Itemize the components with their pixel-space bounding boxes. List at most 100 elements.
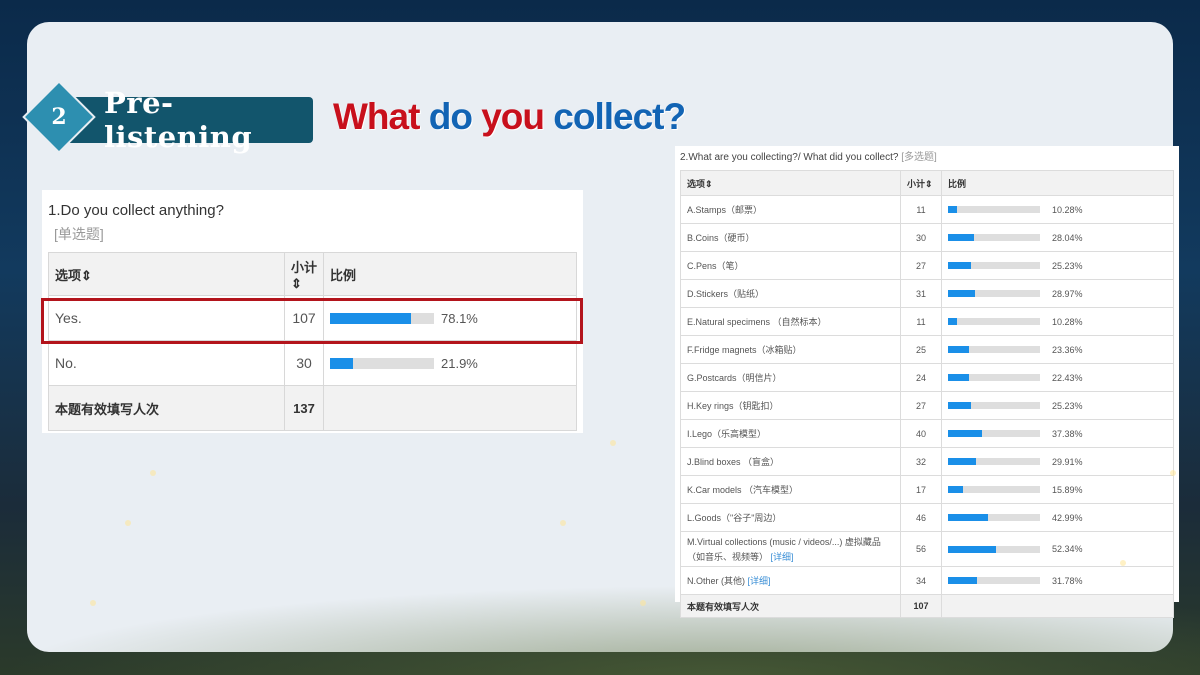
count-cell: 107 — [284, 295, 324, 341]
progress-bar — [948, 234, 1040, 241]
table-row: N.Other (其他) [详细] 34 31.78% — [680, 566, 1174, 595]
percent-label: 21.9% — [441, 355, 478, 371]
percent-label: 25.23% — [1052, 260, 1083, 271]
progress-bar-fill — [948, 290, 975, 297]
option-cell: F.Fridge magnets（冰箱贴） — [680, 335, 901, 364]
q1-table: 选项⇕ 小计⇕ 比例 Yes. 107 78.1% No. 30 21.9% 本题有效填写… — [48, 252, 577, 431]
ratio-cell: 21.9% — [323, 340, 577, 386]
option-cell: D.Stickers（贴纸） — [680, 279, 901, 308]
total-count: 107 — [900, 594, 942, 618]
table-row: M.Virtual collections (music / videos/..… — [680, 531, 1174, 567]
table-row: K.Car models （汽车模型） 17 15.89% — [680, 475, 1174, 504]
option-label: D.Stickers（贴纸） — [687, 289, 765, 299]
table-row: D.Stickers（贴纸） 31 28.97% — [680, 279, 1174, 308]
progress-bar — [948, 206, 1040, 213]
table-row: C.Pens（笔） 27 25.23% — [680, 251, 1174, 280]
ratio-cell: 29.91% — [941, 447, 1174, 476]
sort-icon: ⇕ — [291, 275, 302, 291]
option-label: G.Postcards（明信片） — [687, 373, 782, 383]
percent-label: 28.97% — [1052, 288, 1083, 299]
q2-result-panel: 2.What are you collecting?/ What did you… — [675, 146, 1179, 618]
sort-icon: ⇕ — [705, 178, 713, 189]
ratio-cell: 28.04% — [941, 223, 1174, 252]
table-row: F.Fridge magnets（冰箱贴） 25 23.36% — [680, 335, 1174, 364]
option-label: C.Pens（笔） — [687, 261, 744, 271]
q2-table: 选项⇕ 小计⇕ 比例 A.Stamps（邮票） 11 10.28% B.Coins（硬… — [680, 170, 1174, 618]
progress-bar — [330, 312, 434, 324]
table-row: G.Postcards（明信片） 24 22.43% — [680, 363, 1174, 392]
option-label: N.Other (其他) — [687, 576, 746, 586]
progress-bar-fill — [948, 346, 970, 353]
ratio-cell: 25.23% — [941, 391, 1174, 420]
count-cell: 11 — [900, 307, 942, 336]
progress-bar — [948, 486, 1040, 493]
progress-bar-fill — [948, 262, 972, 269]
progress-bar — [948, 577, 1040, 584]
percent-label: 28.04% — [1052, 232, 1083, 243]
ratio-cell: 22.43% — [941, 363, 1174, 392]
percent-label: 10.28% — [1052, 316, 1083, 327]
option-cell: No. — [48, 340, 285, 386]
sort-icon: ⇕ — [925, 178, 933, 189]
percent-label: 31.78% — [1052, 575, 1083, 586]
empty-cell — [941, 594, 1174, 618]
percent-label: 37.38% — [1052, 428, 1083, 439]
option-label: H.Key rings（钥匙扣） — [687, 401, 779, 411]
count-cell: 17 — [900, 475, 942, 504]
progress-bar-fill — [948, 514, 988, 521]
count-cell: 30 — [900, 223, 942, 252]
count-cell: 27 — [900, 391, 942, 420]
ratio-header: 比例 — [323, 252, 577, 296]
percent-label: 52.34% — [1052, 544, 1083, 554]
table-row: I.Lego（乐高模型） 40 37.38% — [680, 419, 1174, 448]
progress-bar — [330, 357, 434, 369]
option-label-line2: （如音乐、视频等） [详细] — [687, 552, 794, 562]
option-cell: A.Stamps（邮票） — [680, 195, 901, 224]
ratio-cell: 28.97% — [941, 279, 1174, 308]
option-header[interactable]: 选项⇕ — [680, 170, 901, 196]
progress-bar — [948, 318, 1040, 325]
section-number: 2 — [51, 104, 67, 130]
option-cell: Yes. — [48, 295, 285, 341]
count-cell: 11 — [900, 195, 942, 224]
progress-bar — [948, 374, 1040, 381]
option-cell: I.Lego（乐高模型） — [680, 419, 901, 448]
option-label: K.Car models （汽车模型） — [687, 485, 799, 495]
progress-bar-fill — [948, 374, 969, 381]
progress-bar-fill — [948, 234, 974, 241]
option-cell: N.Other (其他) [详细] — [680, 566, 901, 595]
table-row: E.Natural specimens （自然标本） 11 10.28% — [680, 307, 1174, 336]
count-header[interactable]: 小计⇕ — [900, 170, 942, 196]
table-footer-row: 本题有效填写人次 107 — [680, 594, 1174, 618]
progress-bar-fill — [330, 357, 353, 369]
progress-bar — [948, 430, 1040, 437]
detail-link[interactable]: [详细] — [748, 576, 771, 586]
progress-bar — [948, 458, 1040, 465]
firefly-dot — [90, 600, 96, 606]
table-header-row: 选项⇕ 小计⇕ 比例 — [48, 252, 577, 296]
progress-bar-fill — [330, 312, 412, 324]
option-cell: L.Goods（"谷子"周边） — [680, 503, 901, 532]
section-banner: Pre-listening — [70, 86, 313, 154]
table-row: H.Key rings（钥匙扣） 27 25.23% — [680, 391, 1174, 420]
section-title: Pre-listening — [104, 86, 253, 154]
option-cell: B.Coins（硬币） — [680, 223, 901, 252]
progress-bar — [948, 346, 1040, 353]
progress-bar — [948, 262, 1040, 269]
count-cell: 32 — [900, 447, 942, 476]
total-count: 137 — [284, 385, 324, 431]
detail-link[interactable]: [详细] — [771, 552, 794, 562]
percent-label: 78.1% — [441, 310, 478, 326]
headline: What do you collect? — [333, 96, 686, 138]
count-header[interactable]: 小计⇕ — [284, 252, 324, 296]
firefly-dot — [150, 470, 156, 476]
option-label: No. — [55, 355, 77, 371]
progress-bar — [948, 514, 1040, 521]
q2-title: 2.What are you collecting?/ What did you… — [680, 152, 937, 163]
option-header[interactable]: 选项⇕ — [48, 252, 285, 296]
percent-label: 25.23% — [1052, 400, 1083, 411]
option-label: L.Goods（"谷子"周边） — [687, 513, 782, 523]
option-cell: G.Postcards（明信片） — [680, 363, 901, 392]
firefly-dot — [640, 600, 646, 606]
option-cell: C.Pens（笔） — [680, 251, 901, 280]
